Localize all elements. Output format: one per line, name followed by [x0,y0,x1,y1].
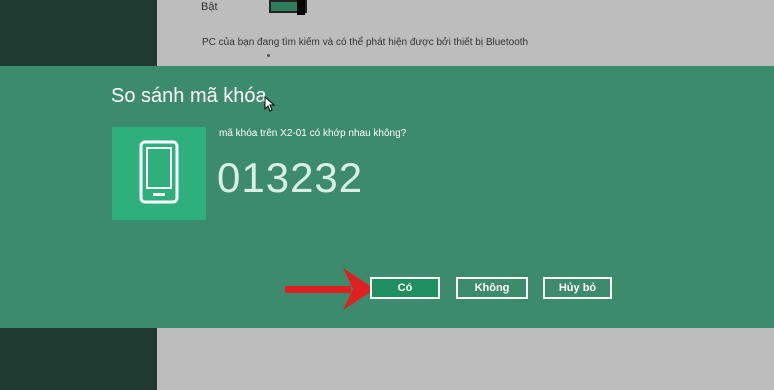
phone-icon [139,140,179,204]
red-arrow-annotation [285,268,375,310]
toggle-label: Bật [201,1,218,13]
passkey-question: mã khóa trên X2-01 có khớp nhau không? [219,128,407,139]
compare-passkey-dialog: So sánh mã khóa mã khóa trên X2-01 có kh… [0,66,774,328]
mouse-cursor-icon [264,96,276,112]
toggle-thumb[interactable] [297,0,305,15]
yes-button[interactable]: Có [370,277,440,299]
bluetooth-description: PC của bạn đang tìm kiếm và có thể phát … [202,37,529,48]
device-tile [112,127,206,220]
toggle-fill [271,2,297,11]
dialog-title: So sánh mã khóa [111,85,267,107]
no-button[interactable]: Không [456,277,528,299]
bluetooth-toggle[interactable] [269,0,307,15]
passkey-code: 013232 [217,154,364,201]
cancel-button[interactable]: Hủy bỏ [543,277,612,299]
progress-dot [267,54,270,57]
